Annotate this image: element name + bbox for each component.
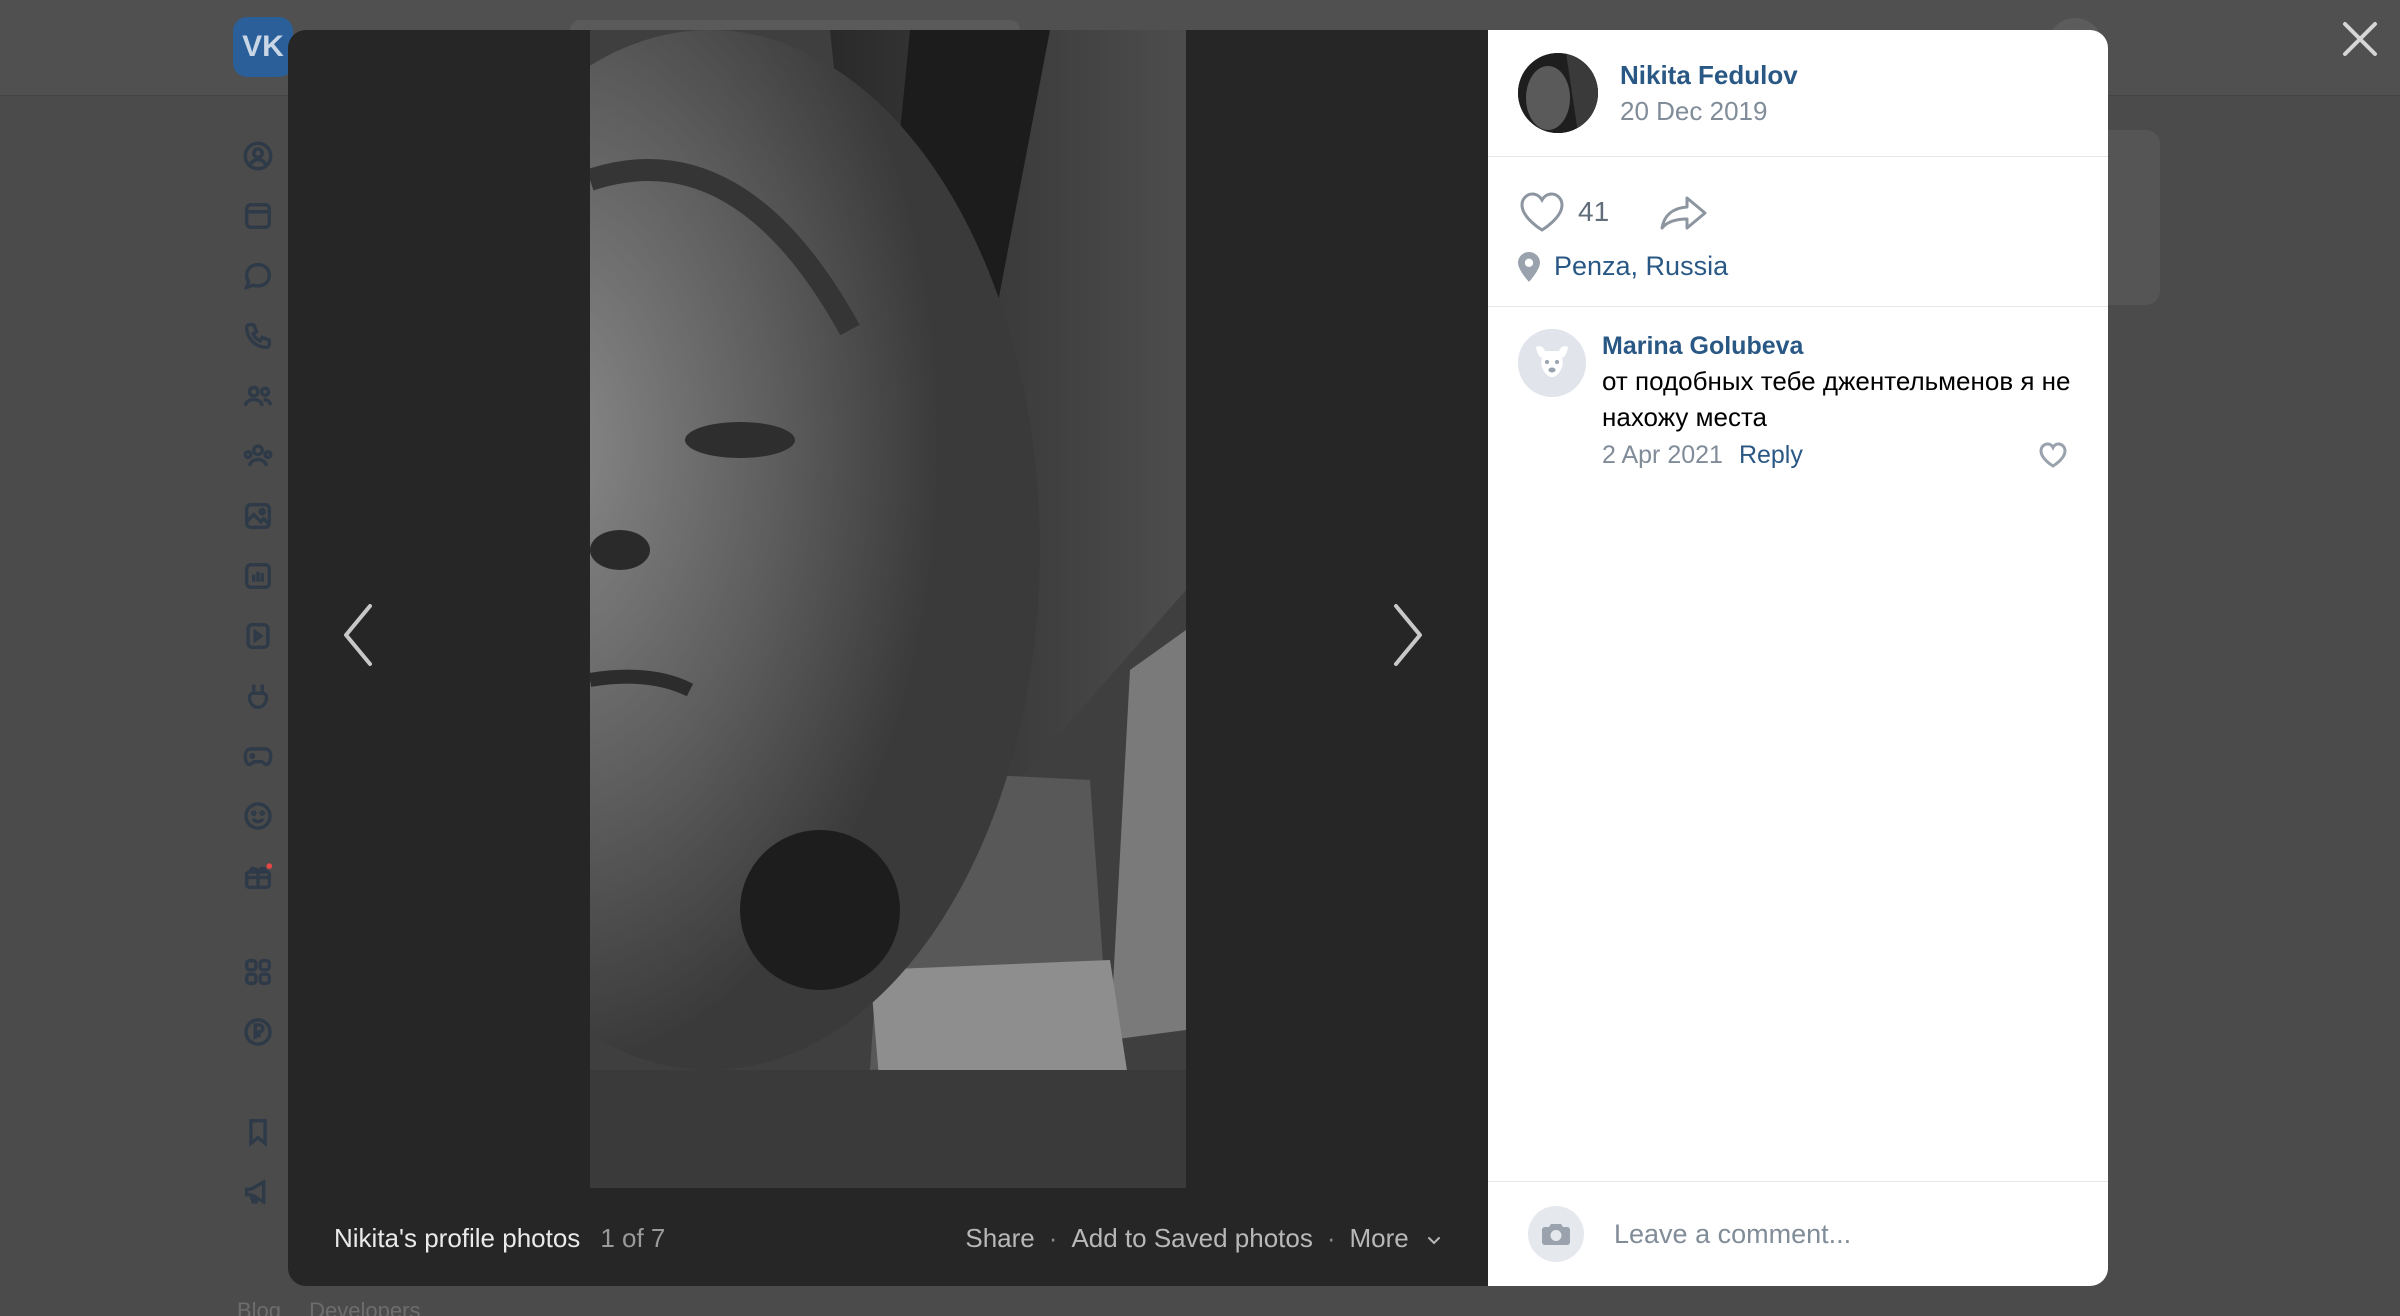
friends-icon (238, 376, 278, 416)
comments-list: Marina Golubeva от подобных тебе джентел… (1488, 307, 2108, 1181)
like-button[interactable]: 41 (1518, 190, 1609, 234)
share-button[interactable] (1659, 192, 1709, 232)
photo-counter: 1 of 7 (600, 1222, 666, 1253)
share-arrow-icon (1660, 196, 1707, 230)
chevron-down-icon (1428, 1236, 1440, 1245)
bookmarks-icon (238, 1112, 278, 1152)
comment-like-button[interactable] (2038, 441, 2068, 469)
author-name-link[interactable]: Nikita Fedulov (1620, 57, 1798, 93)
camera-icon (1542, 1224, 1570, 1245)
post-date: 20 Dec 2019 (1620, 96, 1768, 126)
previous-photo-button[interactable] (328, 570, 388, 700)
photos-icon (238, 496, 278, 536)
vk-logo: VK (233, 17, 293, 77)
location-link[interactable]: Penza, Russia (1554, 251, 1728, 282)
games-icon (238, 736, 278, 776)
apps-icon (238, 952, 278, 992)
comment-input[interactable] (1614, 1218, 2054, 1250)
stickers-icon (238, 796, 278, 836)
more-label: More (1349, 1222, 1409, 1253)
photo-viewer: Nikita's profile photos 1 of 7 Share · A… (288, 30, 2108, 1286)
author-avatar-image (1518, 53, 1598, 133)
photo[interactable] (590, 30, 1186, 1188)
next-photo-button[interactable] (1378, 570, 1438, 700)
author-info: Nikita Fedulov 20 Dec 2019 (1620, 57, 1798, 129)
photo-info-panel: Nikita Fedulov 20 Dec 2019 41 Penza, Rus… (1488, 30, 2108, 1286)
footer-link-blog: Blog (237, 1298, 282, 1316)
chevron-right-icon (1394, 604, 1422, 666)
add-to-saved-link[interactable]: Add to Saved photos (1071, 1223, 1312, 1254)
comment-body: Marina Golubeva от подобных тебе джентел… (1602, 329, 2078, 473)
photo-area: Nikita's profile photos 1 of 7 Share · A… (288, 30, 1488, 1286)
commenter-avatar[interactable] (1518, 329, 1586, 397)
messenger-icon (238, 256, 278, 296)
share-link[interactable]: Share (965, 1223, 1034, 1254)
photo-actions: Share · Add to Saved photos · More (965, 1223, 1442, 1254)
comment-form (1488, 1181, 2108, 1286)
location-pin-icon (1518, 251, 1540, 282)
location-row: Penza, Russia (1518, 251, 2078, 282)
reaction-row: 41 (1518, 187, 2078, 237)
more-menu-button[interactable]: More (1350, 1223, 1442, 1254)
author-avatar[interactable] (1518, 53, 1598, 133)
profile-icon (238, 136, 278, 176)
comment-meta: 2 Apr 2021 Reply (1602, 437, 2078, 473)
comment-author-link[interactable]: Marina Golubeva (1602, 329, 2078, 363)
music-icon (238, 556, 278, 596)
videos-icon (238, 616, 278, 656)
comment-date: 2 Apr 2021 (1602, 441, 1723, 469)
right-card (2105, 130, 2160, 305)
photo-meta: 41 Penza, Russia (1488, 157, 2108, 307)
close-viewer-button[interactable] (2335, 14, 2385, 64)
payments-icon (238, 1012, 278, 1052)
default-dog-avatar-icon (1518, 329, 1586, 397)
author-block: Nikita Fedulov 20 Dec 2019 (1488, 30, 2108, 157)
clips-icon (238, 676, 278, 716)
album-title-link[interactable]: Nikita's profile photos (334, 1223, 580, 1254)
chevron-left-icon (344, 604, 372, 666)
gifts-icon (238, 856, 278, 896)
attach-photo-button[interactable] (1528, 1206, 1584, 1262)
communities-icon (238, 436, 278, 476)
comment-item: Marina Golubeva от подобных тебе джентел… (1518, 329, 2078, 473)
ads-icon (238, 1172, 278, 1212)
like-count: 41 (1578, 196, 1610, 227)
news-icon (238, 196, 278, 236)
photo-footer: Nikita's profile photos 1 of 7 Share · A… (288, 1190, 1488, 1286)
heart-icon (1520, 192, 1564, 232)
footer-link-developers: Developers (309, 1298, 421, 1316)
close-icon (2343, 22, 2377, 56)
comment-text: от подобных тебе джентельменов я не нахо… (1602, 366, 2071, 432)
calls-icon (238, 316, 278, 356)
separator-dot: · (1048, 1222, 1058, 1253)
separator-dot: · (1326, 1222, 1336, 1253)
photo-image (590, 30, 1186, 1188)
heart-icon (2039, 442, 2067, 468)
footer-links: Blog Developers (237, 1298, 442, 1316)
reply-button[interactable]: Reply (1739, 437, 1803, 473)
